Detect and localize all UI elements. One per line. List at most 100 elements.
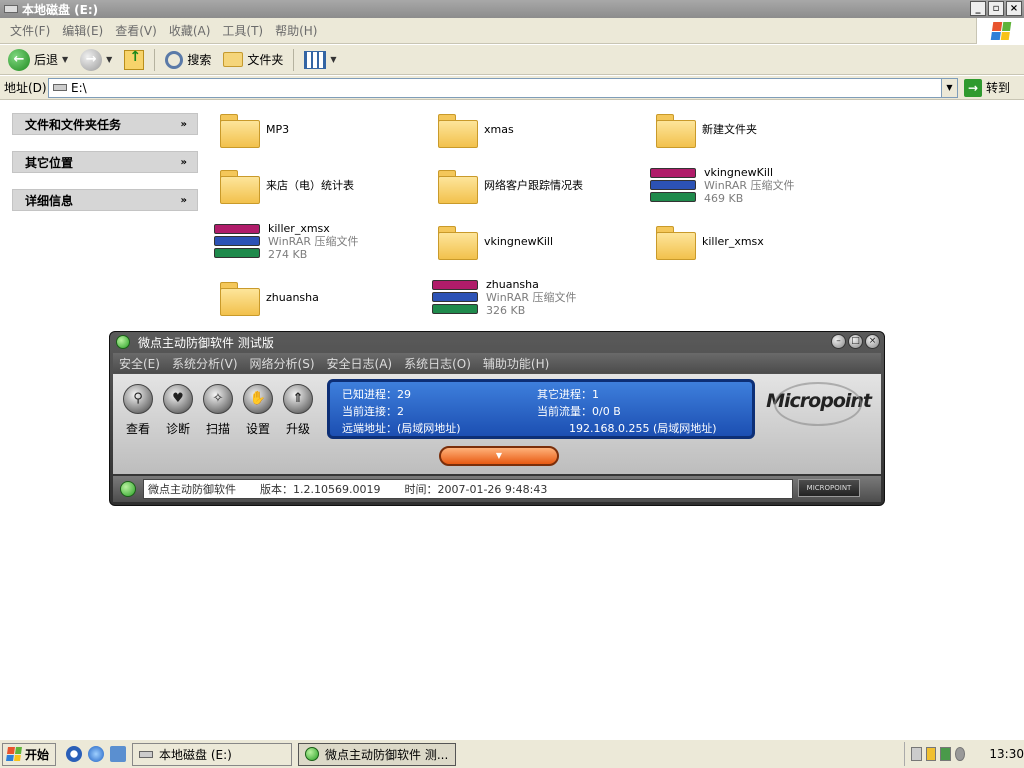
known-processes: 已知进程：29 [342,387,411,401]
micropoint-small-logo: MICROPOINT [798,479,860,497]
file-item[interactable]: vkingnewKill [438,217,553,265]
address-input[interactable]: E:\ ▼ [48,77,958,98]
file-name: 新建文件夹 [702,122,757,136]
forward-dropdown-icon[interactable]: ▼ [106,55,112,64]
file-item[interactable]: 来店（电）统计表 [220,161,354,209]
up-button[interactable] [120,47,148,73]
forward-button[interactable]: → ▼ [76,47,116,73]
minimize-button[interactable]: _ [970,1,986,16]
file-name: MP3 [266,122,290,136]
file-item[interactable]: killer_xmsx [656,217,764,265]
volume-icon[interactable] [954,747,966,761]
upgrade-button[interactable]: ⇑ 升级 [283,384,313,437]
file-item[interactable]: 网络客户跟踪情况表 [438,161,583,209]
file-name: vkingnewKill [484,234,554,248]
micropoint-window: 微点主动防御软件 测试版 – □ × 安全(E) 系统分析(V) 网络分析(S)… [109,331,885,506]
menu-edit[interactable]: 编辑(E) [56,22,109,39]
network-icon[interactable] [940,747,951,761]
clock: 13:30 [989,747,1024,761]
task-pane-file-tasks[interactable]: 文件和文件夹任务 » [12,113,198,135]
keyboard-icon[interactable] [911,747,922,761]
chevron-down-icon[interactable]: » [181,157,187,168]
scan-button[interactable]: ✧ 扫描 [203,384,233,437]
status-version: 版本：1.2.10569.0019 [260,483,381,496]
menu-view[interactable]: 查看(V) [109,22,163,39]
folder-icon [656,112,696,148]
back-dropdown-icon[interactable]: ▼ [62,55,68,64]
menu-tools[interactable]: 辅助功能(H) [483,355,549,372]
file-list: MP3 xmas 新建文件夹 来店（电）统计表 网络客户跟踪情况表 vkingn… [210,101,1024,331]
menu-network-analysis[interactable]: 网络分析(S) [250,355,315,372]
search-label: 搜索 [187,53,212,67]
micropoint-tools: ⚲ 查看 ♥ 诊断 ✧ 扫描 ✋ 设置 ⇑ 升级 [123,384,313,437]
restore-button[interactable]: ▫ [988,1,1004,16]
toolbar: ← 后退 ▼ → ▼ 搜索 文件夹 ▼ [0,45,1024,75]
winrar-archive-icon [650,162,696,208]
restore-button[interactable]: □ [848,334,863,349]
go-arrow-icon: → [964,78,982,97]
menu-favorites[interactable]: 收藏(A) [163,22,217,39]
window-title-bar: 本地磁盘 (E:) _ ▫ × [0,0,1024,18]
task-pane-other-places[interactable]: 其它位置 » [12,151,198,173]
go-label: 转到 [986,81,1011,95]
file-item[interactable]: zhuansha WinRAR 压缩文件 326 KB [432,273,577,321]
views-button[interactable]: ▼ [300,47,340,73]
window-controls: _ ▫ × [970,1,1022,16]
micropoint-menu-bar: 安全(E) 系统分析(V) 网络分析(S) 安全日志(A) 系统日志(O) 辅助… [113,353,881,373]
diagnose-icon: ♥ [163,384,193,414]
taskbar-item-micropoint[interactable]: 微点主动防御软件 测... [298,742,457,766]
file-name: killer_xmsx [702,234,764,248]
file-item[interactable]: zhuansha [220,273,319,321]
menu-security[interactable]: 安全(E) [119,355,160,372]
go-button[interactable]: → 转到 [964,78,1011,97]
back-label: 后退 [34,53,59,67]
menu-system-analysis[interactable]: 系统分析(V) [172,355,238,372]
back-button[interactable]: ← 后退 ▼ [4,47,72,73]
tray-app-icon[interactable] [925,747,937,761]
settings-button[interactable]: ✋ 设置 [243,384,273,437]
taskbar-item-explorer[interactable]: 本地磁盘 (E:) [132,742,293,766]
chevron-down-icon[interactable]: » [181,119,187,130]
forward-arrow-icon: → [80,48,103,71]
folder-icon [438,112,478,148]
task-pane-details[interactable]: 详细信息 » [12,189,198,211]
file-item[interactable]: 新建文件夹 [656,105,757,153]
status-product: 微点主动防御软件 [148,483,236,496]
file-item[interactable]: MP3 [220,105,289,153]
minimize-button[interactable]: – [831,334,846,349]
taskbar-item-label: 微点主动防御软件 测... [325,747,449,762]
file-name: xmas [484,122,514,136]
address-dropdown-icon[interactable]: ▼ [941,78,957,97]
view-button[interactable]: ⚲ 查看 [123,384,153,437]
chevron-down-icon[interactable]: » [181,195,187,206]
show-desktop-icon[interactable] [110,746,127,762]
file-item[interactable]: xmas [438,105,514,153]
tool-label: 扫描 [205,422,230,436]
task-pane-label: 其它位置 [25,155,74,170]
micropoint-title: 微点主动防御软件 测试版 [138,335,274,350]
menu-file[interactable]: 文件(F) [4,22,56,39]
windows-flag-icon [990,22,1011,40]
file-item[interactable]: vkingnewKill WinRAR 压缩文件 469 KB [650,161,795,209]
menu-tools[interactable]: 工具(T) [216,22,269,39]
diagnose-button[interactable]: ♥ 诊断 [163,384,193,437]
file-item[interactable]: killer_xmsx WinRAR 压缩文件 274 KB [214,217,359,265]
close-button[interactable]: × [865,334,880,349]
address-label: 地址(D) [4,81,47,95]
other-processes: 其它进程：1 [537,387,599,401]
menu-help[interactable]: 帮助(H) [269,22,323,39]
start-button[interactable]: 开始 [2,742,57,766]
internet-explorer-icon[interactable] [88,746,105,762]
menu-system-log[interactable]: 系统日志(O) [404,355,471,372]
menu-security-log[interactable]: 安全日志(A) [327,355,393,372]
tool-label: 查看 [125,422,150,436]
folders-button[interactable]: 文件夹 [219,47,287,73]
drive-icon [4,5,18,13]
winrar-archive-icon [214,218,260,264]
media-player-icon[interactable] [66,746,83,762]
search-button[interactable]: 搜索 [161,47,215,73]
close-button[interactable]: × [1006,1,1022,16]
views-dropdown-icon: ▼ [330,55,337,64]
folder-icon [438,224,478,260]
expand-button[interactable]: ▼ [439,446,559,466]
